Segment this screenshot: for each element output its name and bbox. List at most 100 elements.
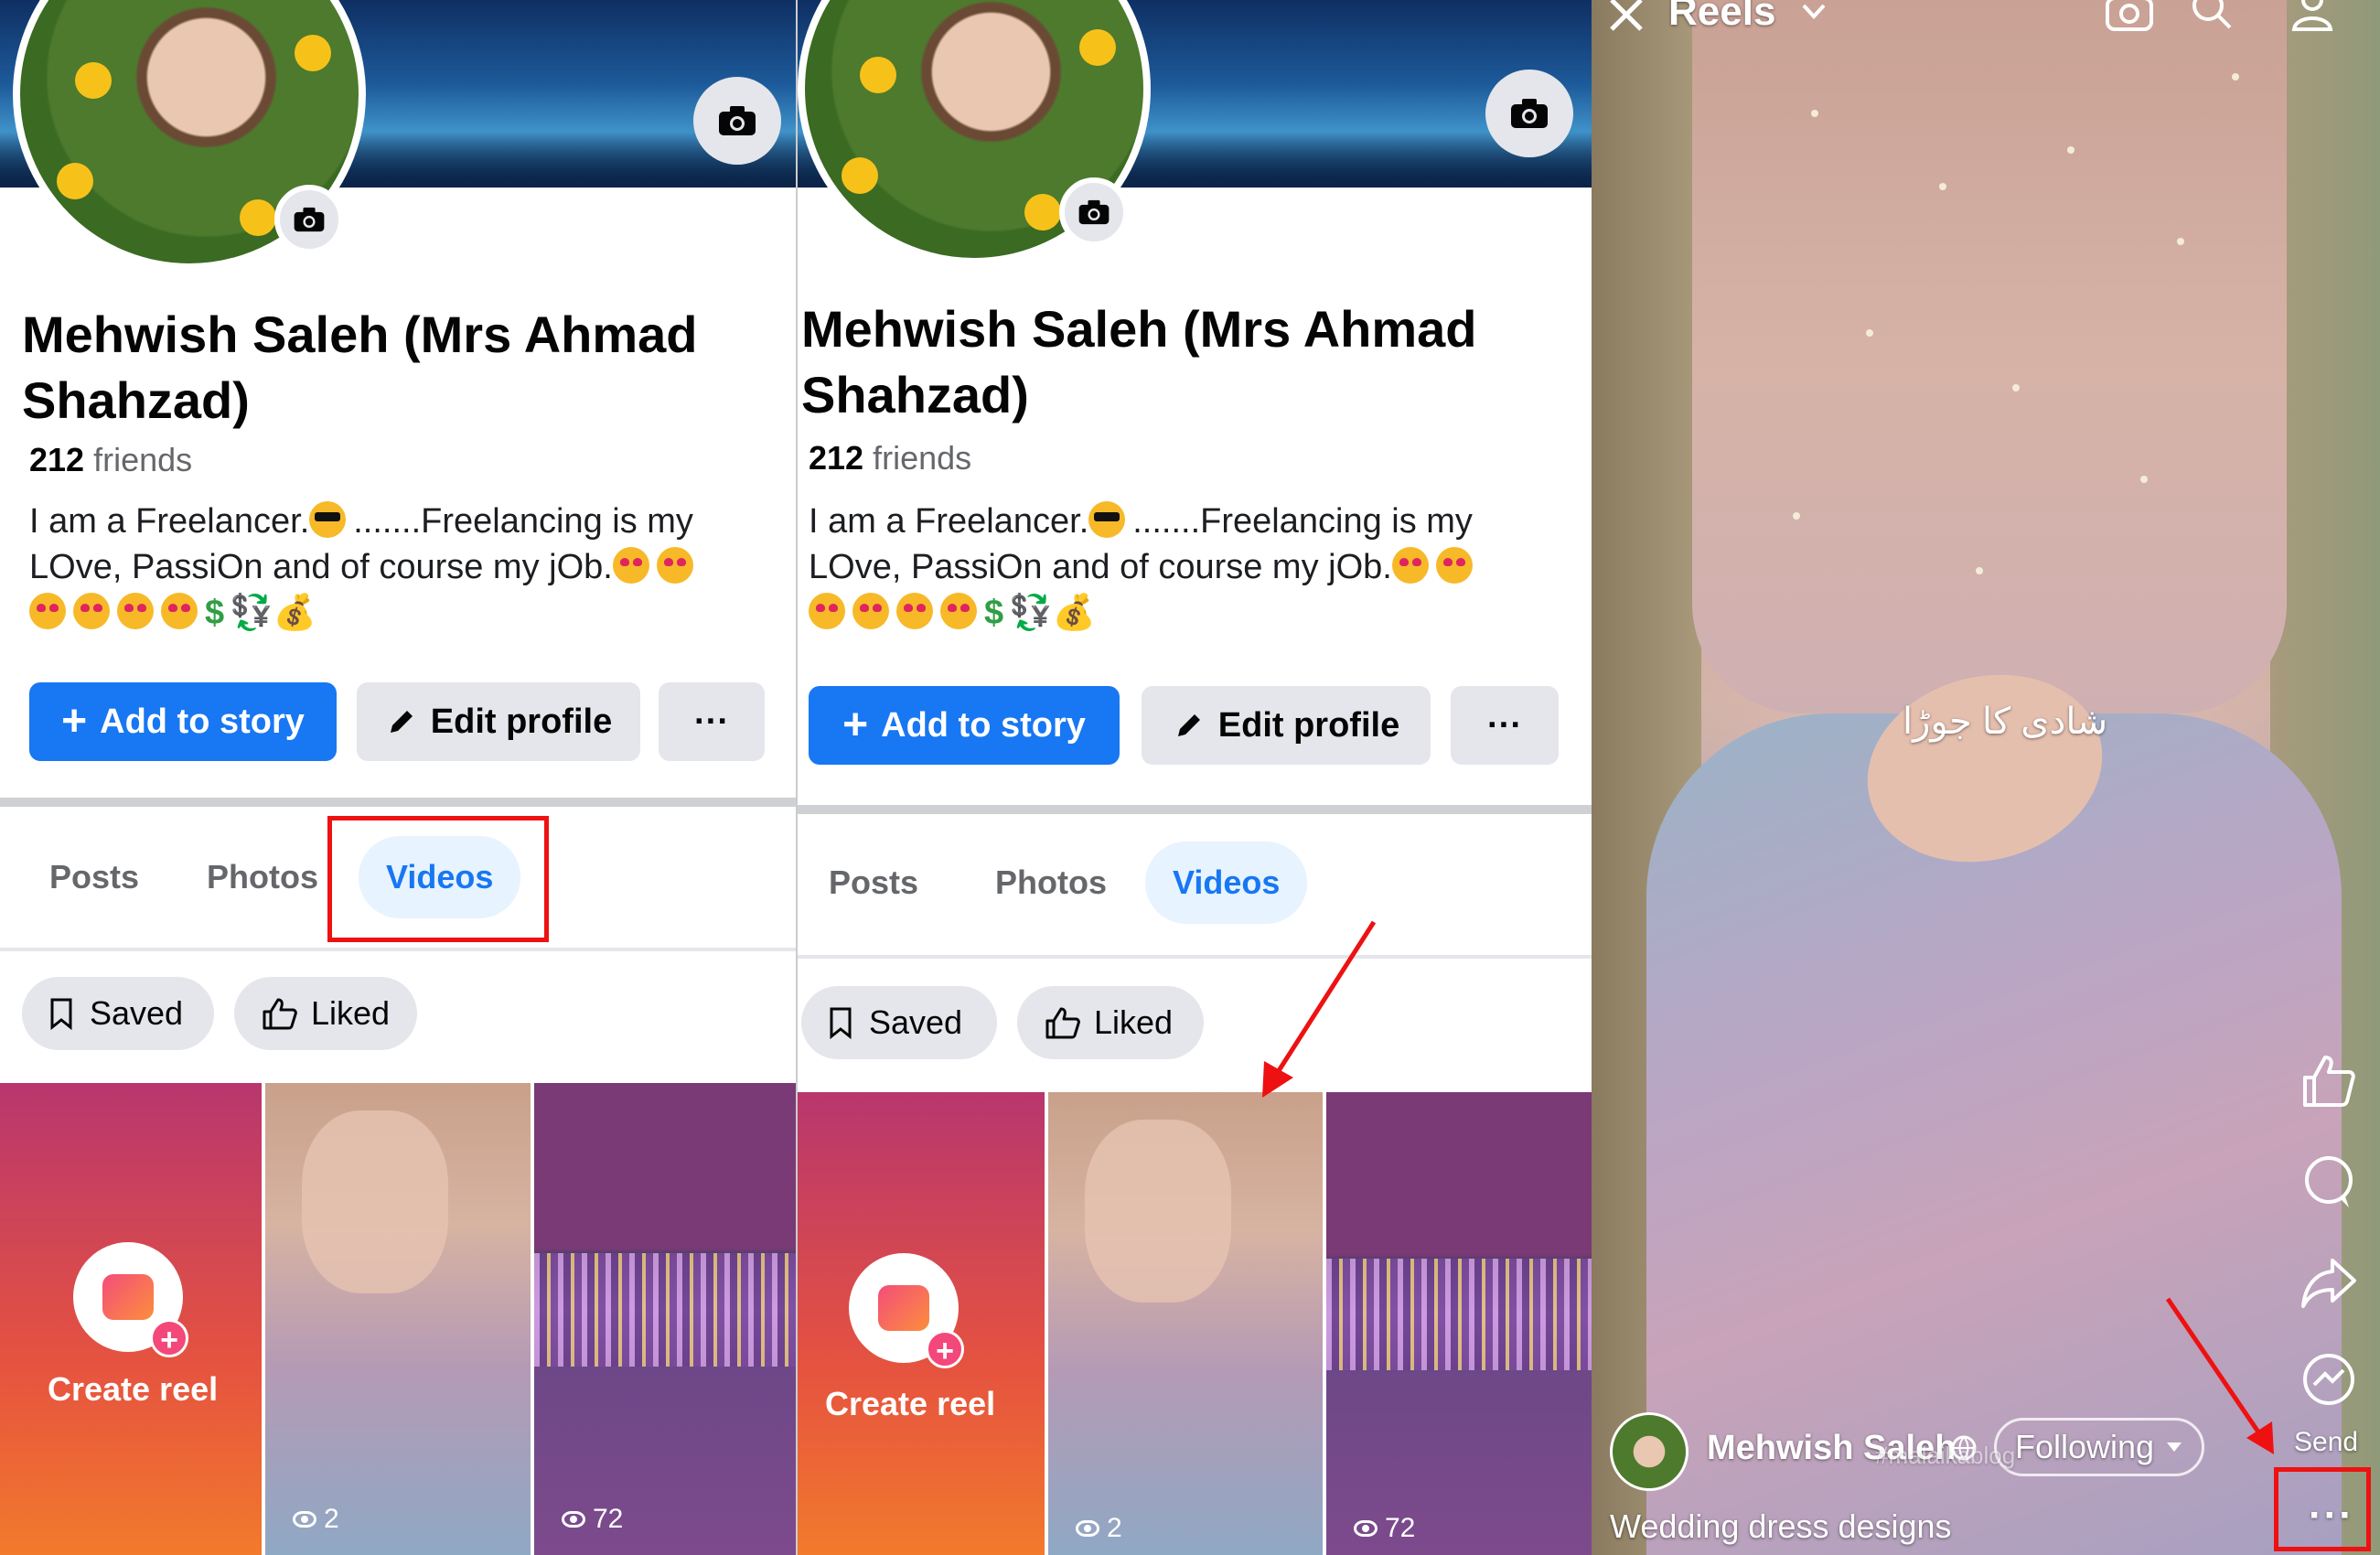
cover-camera-button[interactable] [693,77,781,165]
heart-eyes-emoji-icon [29,593,66,629]
reel-caption: Wedding dress designs [1610,1507,1952,1545]
share-icon[interactable] [2300,1253,2358,1312]
more-dots-icon: ··· [1487,705,1522,745]
tabs-divider [798,955,1593,959]
thumbs-up-icon [1045,1007,1080,1039]
profile-icon[interactable] [2287,0,2338,33]
sunglasses-emoji-icon [1088,501,1126,538]
saved-filter-button[interactable]: Saved [22,977,214,1050]
camera-icon [294,207,325,232]
following-button[interactable]: Following [1994,1418,2205,1476]
edit-profile-button[interactable]: Edit profile [1142,686,1431,765]
tab-photos[interactable]: Photos [179,836,346,918]
profile-panel-step2: Mehwish Saleh (Mrs Ahmad Shahzad) 212 fr… [796,0,1593,1555]
heart-eyes-emoji-icon [1435,547,1473,584]
liked-filter-button[interactable]: Liked [1017,986,1204,1059]
heart-eyes-emoji-icon [73,593,110,629]
more-options-button[interactable]: ··· [659,682,765,761]
comment-icon[interactable] [2300,1153,2358,1211]
heart-eyes-emoji-icon [1391,547,1429,584]
money-bag-emoji-icon: 💰 [273,594,316,632]
heart-eyes-emoji-icon [656,547,693,584]
saved-label: Saved [869,1003,963,1041]
caret-down-icon [2167,1442,2182,1452]
video-thumbnail-concert[interactable]: 72 [534,1083,796,1555]
camera-icon [1078,199,1110,225]
pointer-arrow-icon [1262,920,1377,1098]
sunglasses-emoji-icon [309,501,347,538]
eye-icon [562,1511,585,1528]
bookmark-icon [50,998,72,1030]
plus-icon: + [61,697,88,745]
camera-icon [1511,99,1548,128]
create-reel-label: Create reel [825,1385,996,1422]
heart-eyes-emoji-icon [896,593,933,629]
view-count: 72 [1354,1513,1415,1544]
more-button-highlight [2274,1467,2371,1551]
camera-icon [719,106,756,135]
heart-eyes-emoji-icon [612,547,649,584]
profile-panel-step1: Mehwish Saleh (Mrs Ahmad Shahzad) 212 fr… [0,0,796,1555]
exchange-emoji-icon: 💱 [230,594,273,632]
messenger-send-icon[interactable] [2300,1350,2358,1409]
close-icon[interactable] [1604,0,1648,38]
reels-title[interactable]: Reels [1668,0,1775,35]
reel-create-icon: + [73,1242,188,1357]
like-icon[interactable] [2300,1052,2358,1110]
friends-count[interactable]: 212 friends [29,441,192,479]
heart-eyes-emoji-icon [117,593,154,629]
avatar-camera-button[interactable] [1059,177,1129,247]
tab-posts[interactable]: Posts [22,836,166,918]
liked-filter-button[interactable]: Liked [234,977,417,1050]
avatar-camera-button[interactable] [274,185,344,254]
thumbs-up-icon [263,998,297,1030]
more-dots-icon: ··· [694,702,729,741]
eye-icon [293,1511,316,1528]
dollar-emoji-icon: $ [205,594,225,632]
tab-videos[interactable]: Videos [1145,842,1308,924]
dress-bodice [1692,0,2287,713]
add-to-story-button[interactable]: + Add to story [809,686,1120,765]
saved-label: Saved [90,994,184,1032]
create-reel-label: Create reel [48,1370,219,1408]
friends-number: 212 [809,439,864,477]
create-reel-tile[interactable]: + Create reel [798,1092,1045,1555]
more-options-button[interactable]: ··· [1451,686,1559,765]
pencil-icon [1177,714,1200,736]
profile-bio: I am a Freelancer. .......Freelancing is … [809,501,1473,632]
tab-photos[interactable]: Photos [968,842,1134,924]
profile-name: Mehwish Saleh (Mrs Ahmad Shahzad) [22,306,698,429]
edit-profile-label: Edit profile [430,702,613,741]
add-to-story-button[interactable]: + Add to story [29,682,337,761]
profile-bio: I am a Freelancer. .......Freelancing is … [29,501,693,632]
edit-profile-label: Edit profile [1217,705,1400,745]
eye-icon [1354,1520,1378,1537]
video-thumbnail-dress[interactable]: 2 [1048,1092,1323,1555]
heart-eyes-emoji-icon [852,593,889,629]
following-label: Following [2015,1428,2155,1465]
tab-posts[interactable]: Posts [801,842,946,924]
plus-icon: + [842,701,869,749]
search-icon[interactable] [2186,0,2237,33]
friends-count[interactable]: 212 friends [809,439,971,477]
bookmark-icon [830,1007,852,1039]
saved-filter-button[interactable]: Saved [801,986,997,1059]
send-label: Send [2294,1427,2359,1457]
liked-label: Liked [310,994,390,1032]
cover-camera-button[interactable] [1485,70,1573,157]
video-thumbnail-dress[interactable]: 2 [265,1083,531,1555]
chevron-down-icon[interactable] [1800,2,1828,22]
video-thumbnail-concert[interactable]: 72 [1326,1092,1593,1555]
pencil-icon [390,711,413,733]
heart-eyes-emoji-icon [940,593,977,629]
profile-name: Mehwish Saleh (Mrs Ahmad Shahzad) [801,300,1477,424]
edit-profile-button[interactable]: Edit profile [357,682,640,761]
watermark: #malaikablog [1875,1442,2016,1469]
eye-icon [1076,1520,1099,1537]
money-bag-emoji-icon: 💰 [1052,594,1096,632]
reels-viewer-panel: Reels شادی کا جوڑا Send ··· Mehwish Sale… [1592,0,2380,1555]
create-reel-tile[interactable]: + Create reel [0,1083,262,1555]
reel-overlay-text: شادی کا جوڑا [1903,702,2108,742]
author-avatar[interactable] [1610,1412,1689,1491]
camera-icon[interactable] [2104,0,2155,33]
